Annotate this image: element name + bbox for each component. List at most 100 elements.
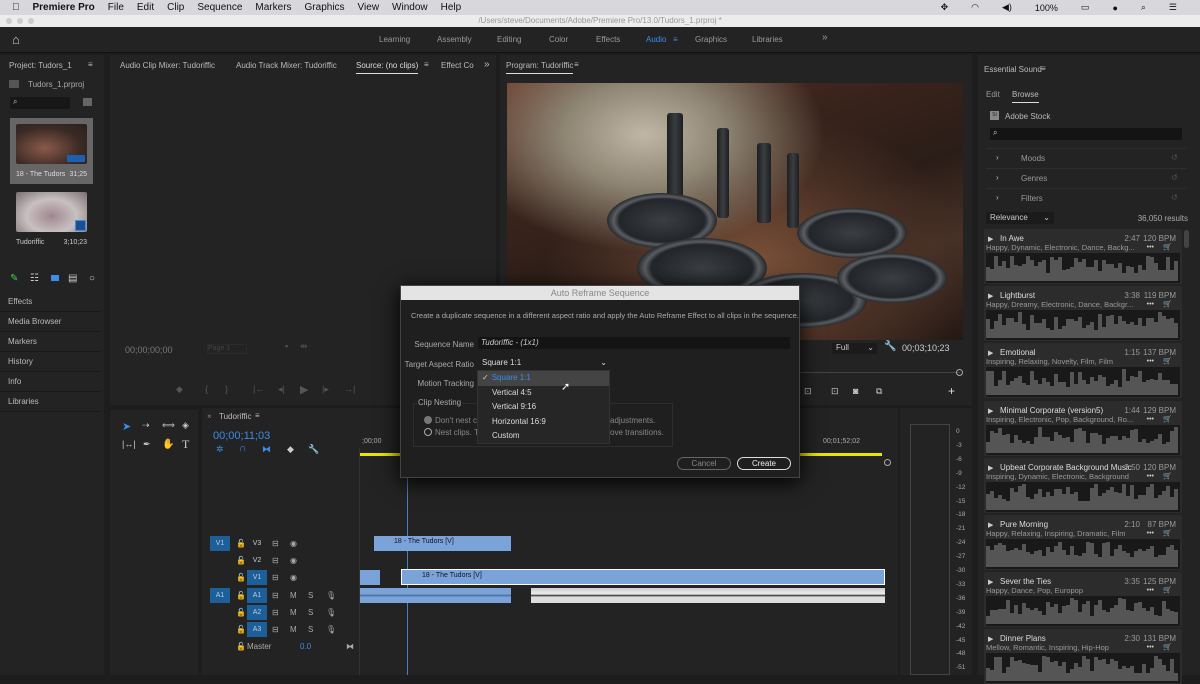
lock-icon[interactable]: 🔓	[236, 573, 246, 582]
panel-menu-icon[interactable]: ≡	[424, 60, 429, 69]
menu-app[interactable]: Premiere Pro	[33, 2, 95, 13]
waveform[interactable]	[986, 596, 1180, 627]
workspace-tab-learning[interactable]: Learning	[379, 35, 410, 44]
freeform-view-icon[interactable]: ▤	[68, 273, 77, 284]
more-icon[interactable]: •••	[1147, 473, 1154, 480]
reset-icon[interactable]: ↺	[1171, 193, 1178, 202]
sort-select[interactable]: Relevance ⌄	[986, 212, 1054, 224]
voiceover-icon[interactable]: 🎙	[326, 608, 336, 617]
list-view-icon[interactable]: ☷	[30, 273, 39, 284]
menu-window[interactable]: Window	[392, 2, 428, 13]
program-timecode[interactable]: 00;03;10;23	[902, 343, 950, 353]
timeline-clip[interactable]: 18 - The Tudors [V]	[401, 569, 885, 585]
user-icon[interactable]: ●	[1112, 3, 1117, 13]
type-tool-icon[interactable]: T	[182, 437, 189, 452]
aspect-option[interactable]: Custom	[478, 429, 609, 444]
source-tab[interactable]: Audio Track Mixer: Tudoriffic	[236, 61, 337, 70]
razor-tool-icon[interactable]: ◈	[182, 420, 189, 431]
sync-icon[interactable]: ⊟	[272, 591, 279, 600]
track-target[interactable]: V2	[247, 553, 267, 568]
scrollbar[interactable]	[1184, 230, 1189, 248]
workspace-tab-effects[interactable]: Effects	[596, 35, 620, 44]
close-tab-icon[interactable]: ×	[207, 412, 212, 421]
pencil-icon[interactable]: ✎	[10, 273, 18, 284]
stock-track[interactable]: ▶ Lightburst Happy, Dreamy, Electronic, Da…	[984, 286, 1182, 342]
add-button-icon[interactable]: +	[948, 384, 955, 398]
notification-icon[interactable]: ☰	[1169, 2, 1177, 13]
mute-button[interactable]: M	[290, 608, 297, 617]
play-icon[interactable]: ▶	[988, 635, 993, 643]
ripple-edit-tool-icon[interactable]: ⟺	[162, 420, 175, 431]
play-icon[interactable]: ▶	[988, 521, 993, 529]
cart-icon[interactable]: 🛒	[1163, 357, 1172, 365]
sync-icon[interactable]: ⊟	[272, 556, 279, 565]
source-timecode[interactable]: 00;00;00;00	[125, 345, 173, 355]
menu-file[interactable]: File	[108, 2, 124, 13]
page-select[interactable]: Page 1	[207, 344, 247, 354]
cart-icon[interactable]: 🛒	[1163, 586, 1172, 594]
hand-tool-icon[interactable]: ✋	[162, 439, 174, 450]
source-patch[interactable]: V1	[210, 536, 230, 551]
zoom-handle[interactable]	[884, 459, 891, 466]
master-value[interactable]: 0.0	[300, 642, 311, 651]
play-icon[interactable]: ▶	[988, 235, 993, 243]
lift-icon[interactable]: ⊡	[804, 386, 812, 397]
timeline-clip-fragment[interactable]	[360, 570, 380, 585]
audio-clip[interactable]	[531, 588, 885, 603]
sync-icon[interactable]: ⊟	[272, 539, 279, 548]
more-icon[interactable]: •••	[1147, 530, 1154, 537]
zoom-select[interactable]: Full ⌄	[832, 343, 877, 354]
play-icon[interactable]: ▶	[988, 464, 993, 472]
timeline-settings-icon[interactable]: 🔧	[308, 444, 319, 455]
reset-icon[interactable]: ↺	[1171, 153, 1178, 162]
wifi-icon[interactable]: ◠	[971, 2, 979, 13]
workspace-tab-editing[interactable]: Editing	[497, 35, 521, 44]
panel-link-libraries[interactable]: Libraries	[0, 392, 100, 412]
aspect-option[interactable]: Horizontal 16:9	[478, 415, 609, 430]
source-tab[interactable]: Source: (no clips)	[356, 61, 419, 74]
panel-menu-icon[interactable]: ≡	[255, 411, 260, 420]
audio-clip[interactable]	[360, 588, 511, 603]
voiceover-icon[interactable]: 🎙	[326, 591, 336, 600]
stock-track[interactable]: ▶ Emotional Inspiring, Relaxing, Novelty, …	[984, 343, 1182, 399]
mark-in-icon[interactable]: {	[205, 384, 208, 394]
cart-icon[interactable]: 🛒	[1163, 300, 1172, 308]
waveform[interactable]	[986, 253, 1180, 283]
stock-track[interactable]: ▶ Sever the Ties Happy, Dance, Pop, Europo…	[984, 572, 1182, 628]
step-back-icon[interactable]: ◂|	[278, 384, 285, 395]
workspace-more[interactable]: »	[822, 32, 828, 43]
menu-graphics[interactable]: Graphics	[305, 2, 345, 13]
lock-icon[interactable]: 🔓	[236, 625, 246, 634]
nest-icon[interactable]: ✲	[216, 444, 224, 455]
battery-icon[interactable]: ▭	[1081, 2, 1090, 13]
filter-row-filters[interactable]	[986, 188, 1186, 208]
waveform[interactable]	[986, 539, 1180, 569]
program-title[interactable]: Program: Tudoriffic	[506, 61, 574, 74]
linked-selection-icon[interactable]: ⧓	[262, 444, 271, 455]
sync-icon[interactable]: ⊟	[272, 608, 279, 617]
lock-icon[interactable]: 🔓	[236, 556, 246, 565]
tab-browse[interactable]: Browse	[1012, 90, 1039, 103]
sync-icon[interactable]: ⊟	[272, 625, 279, 634]
source-tab[interactable]: Effect Co	[441, 61, 474, 70]
lock-icon[interactable]: 🔓	[236, 642, 246, 651]
create-button[interactable]: Create	[737, 457, 791, 470]
track-select-tool-icon[interactable]: ⇢	[142, 420, 150, 431]
waveform[interactable]	[986, 653, 1180, 684]
compare-icon[interactable]: ⧉	[876, 386, 882, 397]
tab-edit[interactable]: Edit	[986, 90, 1000, 99]
source-tab[interactable]: Audio Clip Mixer: Tudoriffic	[120, 61, 215, 70]
voiceover-icon[interactable]: 🎙	[326, 625, 336, 634]
play-icon[interactable]: ▶	[300, 383, 308, 396]
cart-icon[interactable]: 🛒	[1163, 243, 1172, 251]
cart-icon[interactable]: 🛒	[1163, 472, 1172, 480]
trim-icon[interactable]: ⇹	[300, 341, 308, 352]
timeline-clip[interactable]: 18 - The Tudors [V]	[374, 536, 511, 551]
camera-icon[interactable]: ◙	[853, 386, 858, 396]
more-icon[interactable]: •••	[1147, 358, 1154, 365]
filter-row-moods[interactable]	[986, 148, 1186, 168]
menu-markers[interactable]: Markers	[255, 2, 291, 13]
play-icon[interactable]: ▶	[988, 349, 993, 357]
go-to-in-icon[interactable]: |←	[253, 384, 264, 394]
workspace-tab-libraries[interactable]: Libraries	[752, 35, 783, 44]
